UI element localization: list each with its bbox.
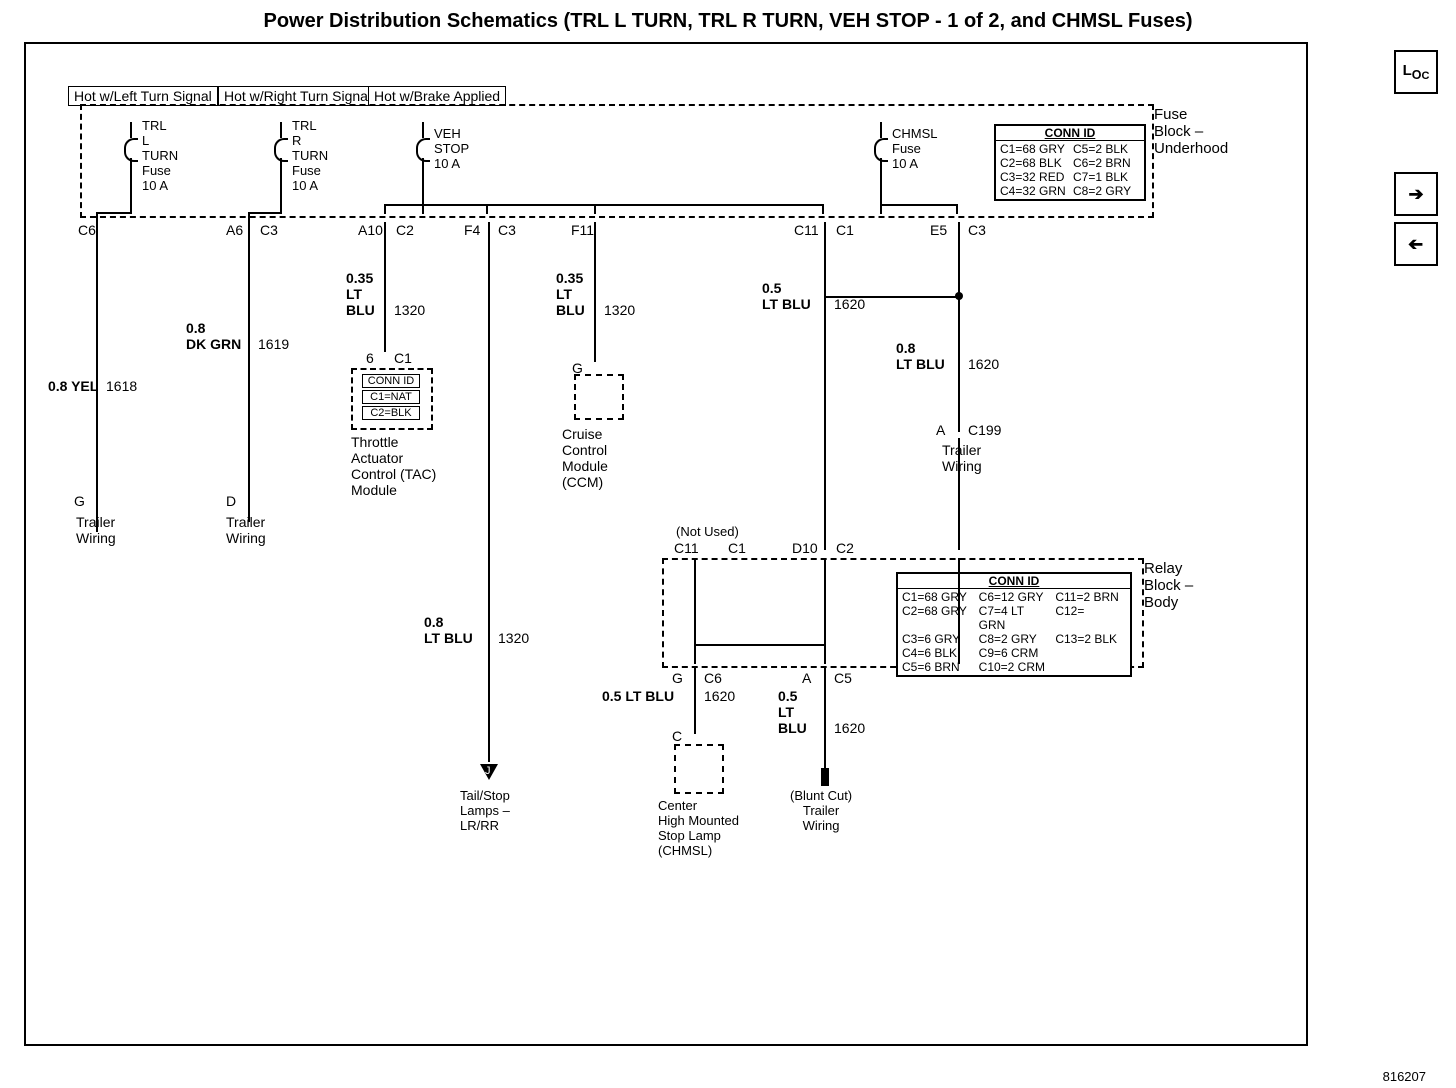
fuse-trl-l <box>126 122 136 174</box>
ccm-box <box>574 374 624 420</box>
schematic-frame: Hot w/Left Turn Signal Hot w/Right Turn … <box>24 42 1308 1046</box>
relay-topd10: D10 <box>792 540 818 556</box>
chmsl-label: Center High Mounted Stop Lamp (CHMSL) <box>658 798 739 858</box>
tac-connid-hdr: CONN ID <box>362 374 420 388</box>
pin-f4: F4 <box>464 222 480 238</box>
fuse-veh-stop <box>418 122 428 174</box>
wire-ltblu35b-gauge: 0.35 LT BLU <box>556 270 585 318</box>
hot-left-label: Hot w/Left Turn Signal <box>68 86 218 106</box>
offpage-j-icon: J <box>480 764 498 780</box>
pin-a10: A10 <box>358 222 383 238</box>
blunt-cut-label: (Blunt Cut) Trailer Wiring <box>790 788 852 833</box>
pin-g-trailer-l: G <box>74 493 85 509</box>
wire-ltblu35b-circ: 1320 <box>604 302 635 318</box>
connid-header: CONN ID <box>996 126 1144 141</box>
relay-topc2: C2 <box>836 540 854 556</box>
relay-bota: A <box>802 670 811 686</box>
connid-relay: CONN ID C1=68 GRYC6=12 GRYC11=2 BRN C2=6… <box>896 572 1132 677</box>
pin-c11: C11 <box>794 222 819 238</box>
trailer-wiring-r: Trailer Wiring <box>226 514 266 546</box>
wire-ltblu5-circ: 1620 <box>834 296 865 312</box>
fuse-block-underhood-label: Fuse Block – Underhood <box>1154 106 1228 157</box>
wire-ltblu35a-gauge: 0.35 LT BLU <box>346 270 375 318</box>
page-title: Power Distribution Schematics (TRL L TUR… <box>0 10 1456 33</box>
wire-ltblu8-circ: 1620 <box>968 356 999 372</box>
tac-connid-1: C1=NAT <box>362 390 420 404</box>
wire-ltblu8b-gauge: 0.8 LT BLU <box>424 614 473 646</box>
wire-yel-circ: 1618 <box>106 378 137 394</box>
fuse-chmsl-label: CHMSL Fuse 10 A <box>892 126 938 171</box>
chmsl-box <box>674 744 724 794</box>
wire-ltblu5b-gauge: 0.5 LT BLU <box>602 688 674 704</box>
chmsl-pin: C <box>672 728 682 744</box>
c199-pin: A <box>936 422 945 438</box>
pin-a6: A6 <box>226 222 243 238</box>
pin-c3c: C3 <box>968 222 986 238</box>
arrow-right-icon: ➔ <box>1408 184 1423 205</box>
fuse-trl-l-label: TRL L TURN Fuse 10 A <box>142 118 178 193</box>
fuse-block-underhood-box <box>80 104 1154 218</box>
blunt-cut-icon <box>821 768 829 786</box>
tac-conn: C1 <box>394 350 412 366</box>
fuse-veh-stop-label: VEH STOP 10 A <box>434 126 469 171</box>
pin-c3b: C3 <box>498 222 516 238</box>
pin-d-trailer-r: D <box>226 493 236 509</box>
prev-page-button[interactable]: ➔ <box>1394 222 1438 266</box>
ccm-label: Cruise Control Module (CCM) <box>562 426 608 490</box>
relay-topc1: C1 <box>728 540 746 556</box>
tac-connid-2: C2=BLK <box>362 406 420 420</box>
relay-topc11: C11 <box>674 540 699 556</box>
locator-button[interactable]: LOC <box>1394 50 1438 94</box>
taillamps-label: Tail/Stop Lamps – LR/RR <box>460 788 510 833</box>
connid-underhood: CONN ID C1=68 GRYC5=2 BLK C2=68 BLKC6=2 … <box>994 124 1146 201</box>
c199-label: Trailer Wiring <box>942 442 982 474</box>
trailer-wiring-l: Trailer Wiring <box>76 514 116 546</box>
fuse-chmsl <box>876 122 886 174</box>
wire-ltblu5c-gauge: 0.5 LT BLU <box>778 688 807 736</box>
wire-ltblu5c-circ: 1620 <box>834 720 865 736</box>
pin-c6: C6 <box>78 222 96 238</box>
c199-conn: C199 <box>968 422 1001 438</box>
wire-ltblu8-gauge: 0.8 LT BLU <box>896 340 945 372</box>
wire-ltblu5b-circ: 1620 <box>704 688 735 704</box>
pin-c3a: C3 <box>260 222 278 238</box>
tac-pin: 6 <box>366 350 374 366</box>
pin-f11: F11 <box>571 222 594 238</box>
pin-c1: C1 <box>836 222 854 238</box>
wire-dkgrn-gauge: 0.8 DK GRN <box>186 320 241 352</box>
document-id: 816207 <box>1383 1069 1426 1084</box>
wire-ltblu5-gauge: 0.5 LT BLU <box>762 280 811 312</box>
connid-relay-header: CONN ID <box>898 574 1130 589</box>
pin-e5: E5 <box>930 222 947 238</box>
hot-brake-label: Hot w/Brake Applied <box>368 86 506 106</box>
tac-label: Throttle Actuator Control (TAC) Module <box>351 434 436 498</box>
wire-ltblu35a-circ: 1320 <box>394 302 425 318</box>
next-page-button[interactable]: ➔ <box>1394 172 1438 216</box>
fuse-trl-r <box>276 122 286 174</box>
hot-right-label: Hot w/Right Turn Signal <box>218 86 377 106</box>
relay-notused: (Not Used) <box>676 524 739 539</box>
wire-dkgrn-circ: 1619 <box>258 336 289 352</box>
wire-yel-gauge: 0.8 YEL <box>48 378 98 394</box>
pin-c2: C2 <box>396 222 414 238</box>
arrow-left-icon: ➔ <box>1408 234 1423 255</box>
wire-ltblu8b-circ: 1320 <box>498 630 529 646</box>
relay-botg: G <box>672 670 683 686</box>
fuse-trl-r-label: TRL R TURN Fuse 10 A <box>292 118 328 193</box>
relay-botc6: C6 <box>704 670 722 686</box>
relay-botc5: C5 <box>834 670 852 686</box>
relay-block-label: Relay Block – Body <box>1144 560 1193 611</box>
